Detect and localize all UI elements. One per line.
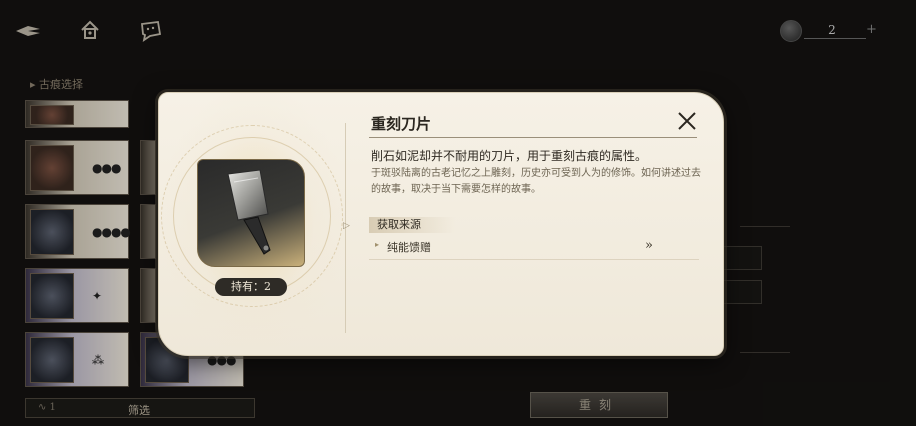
title-underline [369,137,697,138]
bullet-icon: ▸ [375,240,380,249]
pointer-icon: ▷ [343,221,350,231]
close-icon[interactable] [675,109,699,133]
item-flavor-text: 于斑驳陆离的古老记忆之上雕刻，历史亦可受到人为的修饰。如何讲述过去的故事，取决于… [371,168,701,195]
carving-blade-icon [227,169,271,255]
source-label: 纯能馈赠 [387,241,431,254]
item-card [197,159,305,267]
item-detail-modal: 持有：2 ▷ 重刻刀片 削石如泥却并不耐用的刀片，用于重刻古痕的属性。 于斑驳陆… [158,92,724,356]
item-description: 削石如泥却并不耐用的刀片，用于重刻古痕的属性。 [371,149,648,163]
holding-count-badge: 持有：2 [215,278,287,296]
source-item[interactable]: ▸ 纯能馈赠 » [369,238,699,257]
source-divider [369,259,699,260]
go-arrow-icon[interactable]: » [645,238,653,253]
source-header: 获取来源 [369,217,455,233]
item-title: 重刻刀片 [371,115,432,133]
